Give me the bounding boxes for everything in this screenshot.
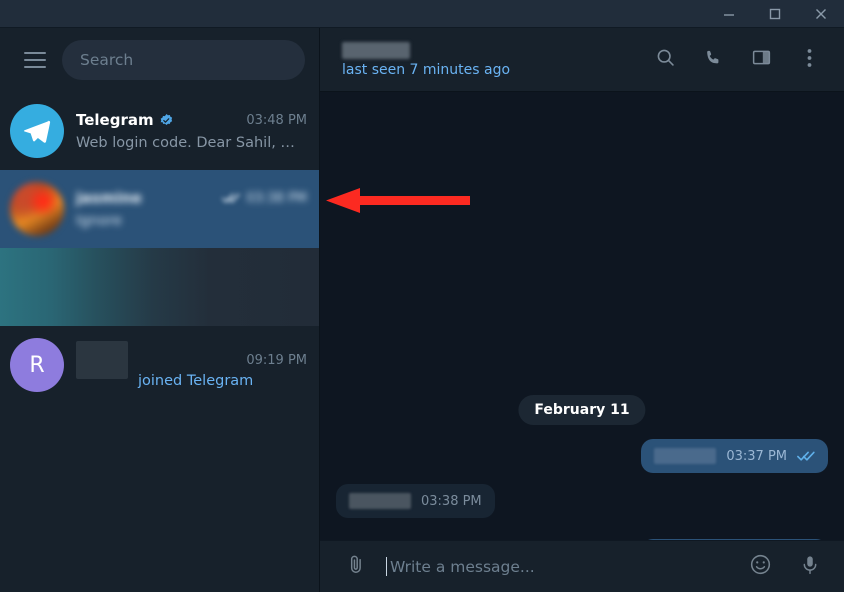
message-input[interactable]: Write a message...	[386, 557, 744, 576]
avatar	[10, 104, 64, 158]
redacted-contact-name	[342, 41, 410, 59]
minimize-icon	[722, 7, 736, 21]
sidebar-panel-icon	[751, 47, 772, 72]
message-time: 03:37 PM	[726, 448, 787, 464]
emoji-button[interactable]	[744, 551, 776, 583]
chat-row-redacted[interactable]	[0, 248, 319, 326]
maximize-icon	[768, 7, 782, 21]
hamburger-menu-icon[interactable]	[14, 39, 56, 81]
chat-name: jasmine	[76, 189, 142, 207]
message-placeholder: Write a message...	[390, 557, 535, 576]
message-bubble-incoming[interactable]: 03:38 PM	[336, 484, 495, 518]
composer-actions	[744, 551, 826, 583]
chat-row-header: jasmine 03:38 PM	[76, 189, 307, 207]
chat-row-content: Telegram 03:48 PM Web login code. Dear S…	[76, 111, 307, 151]
chat-time: 03:48 PM	[246, 112, 307, 128]
telegram-logo-icon	[21, 115, 53, 147]
chat-row-header: Telegram 03:48 PM	[76, 111, 307, 129]
search-input[interactable]: Search	[62, 40, 305, 80]
redacted-message-text	[654, 448, 717, 464]
maximize-button[interactable]	[752, 0, 798, 27]
attach-button[interactable]	[340, 551, 372, 583]
chat-preview: Web login code. Dear Sahil, …	[76, 135, 295, 151]
chat-row-content: jasmine 03:38 PM Ignore	[76, 189, 307, 229]
chat-time: 09:19 PM	[246, 352, 307, 368]
sidebar: Search Telegram 03:48 PM Web login code.…	[0, 28, 320, 592]
chat-row-jasmine[interactable]: jasmine 03:38 PM Ignore	[0, 170, 319, 248]
window-body: Search Telegram 03:48 PM Web login code.…	[0, 28, 844, 592]
paperclip-icon	[345, 554, 367, 580]
sidebar-toolbar: Search	[0, 28, 319, 92]
chat-header-titles: last seen 7 minutes ago	[342, 41, 511, 78]
chat-header-actions	[648, 43, 832, 77]
chat-name: Telegram	[76, 111, 154, 129]
text-cursor	[386, 557, 387, 576]
message-time: 03:38 PM	[421, 493, 482, 509]
chat-time: 03:38 PM	[246, 190, 307, 206]
redacted-message-text	[349, 493, 411, 509]
read-receipt-icon	[222, 192, 240, 204]
chat-header: last seen 7 minutes ago	[320, 28, 844, 92]
avatar	[10, 182, 64, 236]
message-list[interactable]: February 11 03:37 PM 03:38 PM	[320, 92, 844, 540]
close-button[interactable]	[798, 0, 844, 27]
redacted-name-block	[76, 341, 128, 379]
microphone-icon	[799, 554, 821, 580]
search-placeholder: Search	[80, 51, 134, 69]
minimize-button[interactable]	[706, 0, 752, 27]
chat-row-content: 09:19 PM joined Telegram	[76, 341, 307, 389]
voice-record-button[interactable]	[794, 551, 826, 583]
read-receipt-icon	[797, 450, 815, 462]
chat-row-telegram[interactable]: Telegram 03:48 PM Web login code. Dear S…	[0, 92, 319, 170]
chat-preview: Ignore	[76, 213, 123, 229]
chat-row-joined[interactable]: R 09:19 PM joined Telegram	[0, 326, 319, 404]
close-icon	[814, 7, 828, 21]
avatar-initial: R	[29, 352, 45, 378]
message-bubble-outgoing[interactable]: 03:38 PM	[641, 539, 828, 540]
message-bubble-outgoing[interactable]: 03:37 PM	[641, 439, 828, 473]
verified-badge-icon	[159, 113, 174, 128]
more-vertical-icon	[807, 48, 812, 72]
title-bar	[0, 0, 844, 28]
contact-status: last seen 7 minutes ago	[342, 61, 511, 78]
chat-panel: last seen 7 minutes ago February 11 03:3…	[320, 28, 844, 592]
telegram-desktop-window: Search Telegram 03:48 PM Web login code.…	[0, 0, 844, 592]
call-button[interactable]	[696, 43, 730, 77]
search-icon	[655, 47, 676, 72]
date-separator: February 11	[518, 395, 646, 425]
phone-icon	[703, 48, 723, 72]
message-composer: Write a message...	[320, 540, 844, 592]
chat-list[interactable]: Telegram 03:48 PM Web login code. Dear S…	[0, 92, 319, 592]
more-options-button[interactable]	[792, 43, 826, 77]
avatar: R	[10, 338, 64, 392]
toggle-info-panel-button[interactable]	[744, 43, 778, 77]
search-messages-button[interactable]	[648, 43, 682, 77]
smiley-icon	[749, 553, 772, 580]
